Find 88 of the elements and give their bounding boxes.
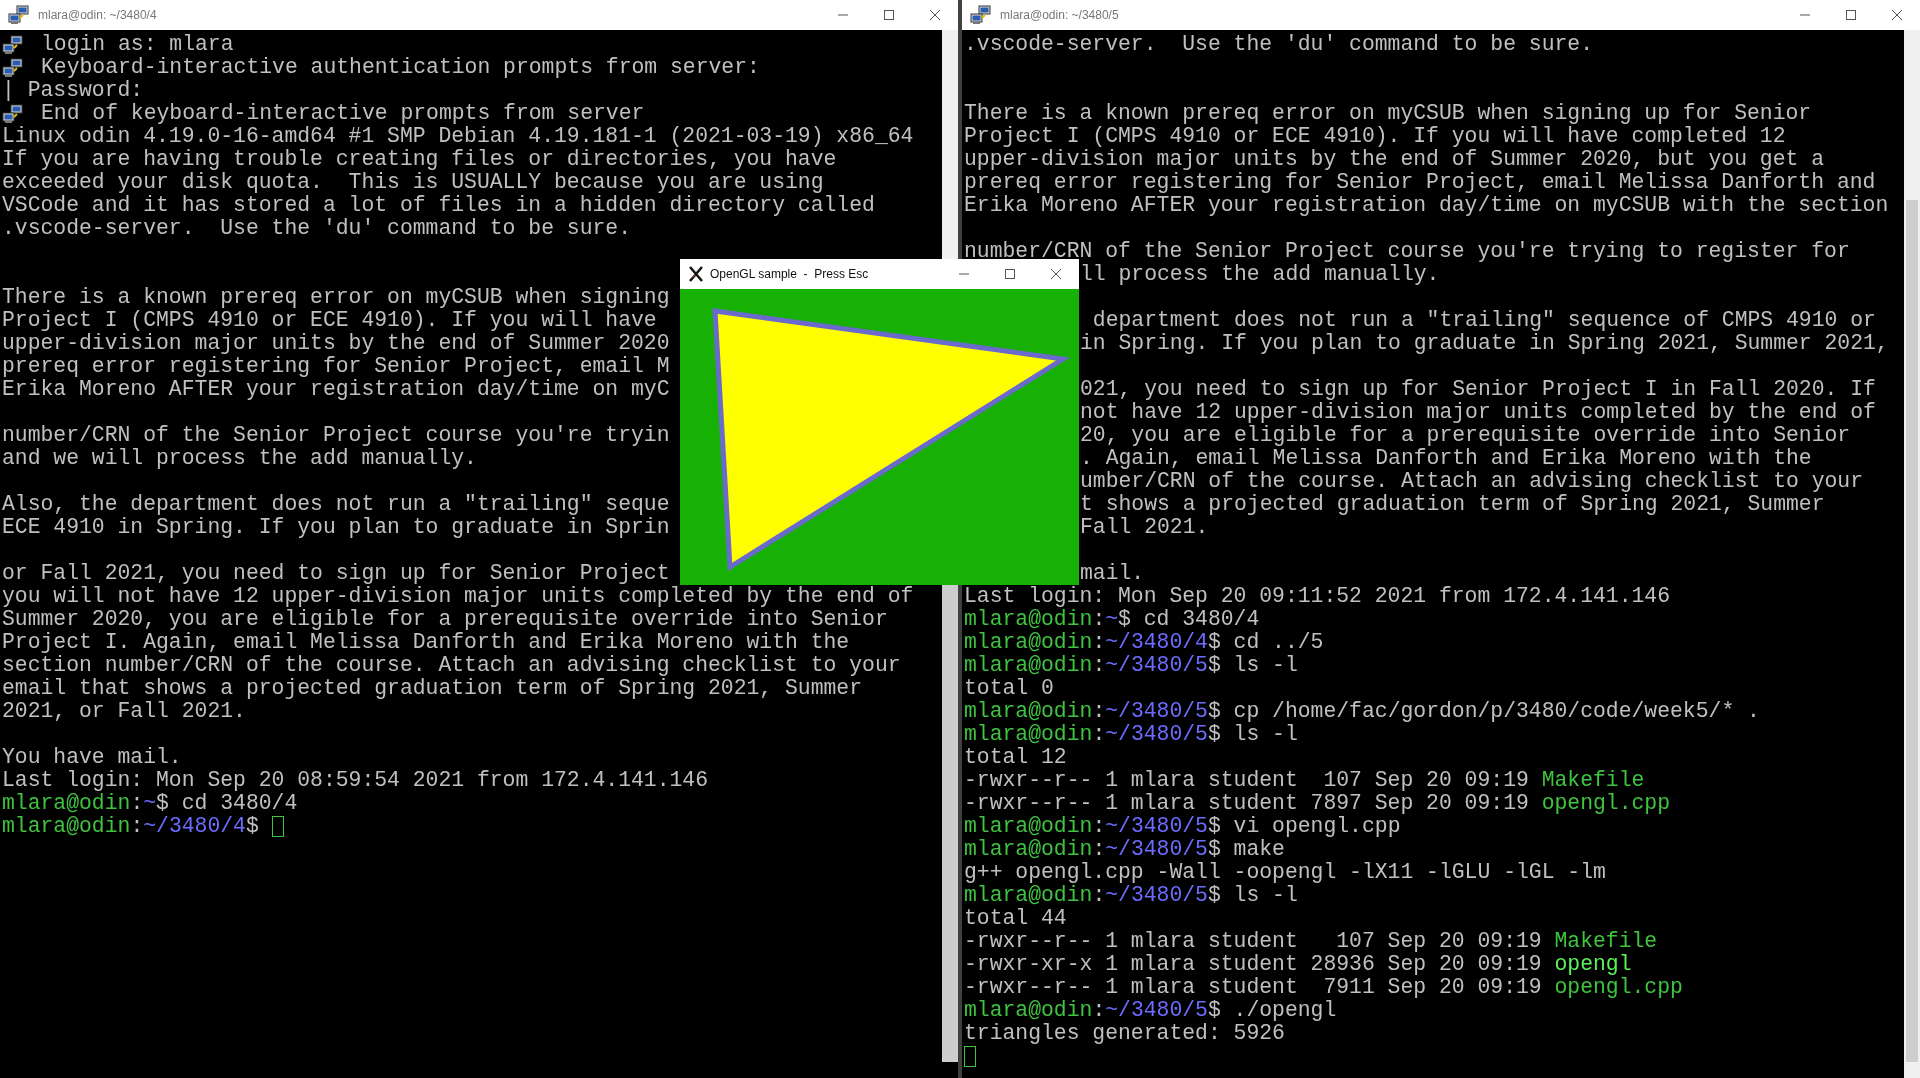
terminal-line: -rwxr--r-- 1 mlara student 7911 Sep 20 09:19 opengl.cpp: [964, 976, 1683, 999]
terminal-line: exceeded your disk quota. This is USUALLY because you are using: [2, 171, 824, 194]
terminal-line: total 12: [964, 746, 1067, 769]
terminal-line: mlara@odin:~/3480/5$ ls -l: [964, 654, 1298, 677]
terminal-line: -rwxr--r-- 1 mlara student 107 Sep 20 09:19 Makefile: [964, 769, 1645, 792]
terminal-line: Last login: Mon Sep 20 08:59:54 2021 from 172.4.141.146: [2, 769, 708, 792]
terminal-line: | Password:: [2, 79, 144, 102]
scroll-thumb[interactable]: [942, 585, 958, 1062]
terminal-line: Linux odin 4.19.0-16-amd64 #1 SMP Debian 4.19.181-1 (2021-03-19) x86_64: [2, 125, 914, 148]
terminal-line: or Fall 2021, you need to sign up for Senior Project: [2, 562, 670, 585]
terminal-line: -rwxr--r-- 1 mlara student 7897 Sep 20 09:19 opengl.cpp: [964, 792, 1671, 815]
terminal-line: mlara@odin:~/3480/5$ vi opengl.cpp: [964, 815, 1401, 838]
window-title: mlara@odin: ~/3480/5: [1000, 7, 1120, 24]
terminal-line: Project I (CMPS 4910 or ECE 4910). If you will have: [2, 309, 657, 332]
scroll-thumb[interactable]: [1906, 200, 1918, 1062]
terminal-line: .vscode-server. Use the 'du' command to be sure.: [964, 33, 1593, 56]
terminal-line: you will not have 12 upper-division major units completed by the end of: [2, 585, 914, 608]
terminal-line: Project I. Again, email Melissa Danforth and Erika Moreno with the: [2, 631, 850, 654]
computers-icon: [970, 5, 992, 25]
terminal-line: Erika Moreno AFTER your registration day/time on myC: [2, 378, 670, 401]
terminal-line: mlara@odin:~/3480/4$: [2, 815, 260, 838]
terminal-line: mlara@odin:~/3480/4$ cd ../5: [964, 631, 1324, 654]
terminal-line: number/CRN of the Senior Project course you're tryin: [2, 424, 670, 447]
scrollbar[interactable]: [942, 30, 958, 259]
terminal-line: mlara@odin:~$ cd 3480/4: [964, 608, 1260, 631]
terminal-line: Project I (CMPS 4910 or ECE 4910). If you will have completed 12: [964, 125, 1786, 148]
terminal-line: -rwxr--r-- 1 mlara student 107 Sep 20 09:19 Makefile: [964, 930, 1658, 953]
terminal-line: VSCode and it has stored a lot of files in a hidden directory called: [2, 194, 875, 217]
terminal-line: total 44: [964, 907, 1067, 930]
terminal-line: email that shows a projected graduation term of Spring 2021, Summer: [2, 677, 863, 700]
terminal-line: g++ opengl.cpp -Wall -oopengl -lX11 -lGLU -lGL -lm: [964, 861, 1606, 884]
terminal-line: t shows a projected graduation term of Spring 2021, Summer: [1080, 493, 1825, 516]
text-cursor: [964, 1046, 976, 1067]
terminal-line: ECE 4910 in Spring. If you plan to graduate in Sprin: [2, 516, 670, 539]
terminal-line: Fall 2021.: [1080, 516, 1209, 539]
terminal-line: mlara@odin:~$ cd 3480/4: [2, 792, 298, 815]
maximize-icon: [1005, 269, 1015, 279]
terminal-line: Also, the department does not run a "trailing" seque: [2, 493, 670, 516]
terminal-line: mlara@odin:~/3480/5$ ls -l: [964, 884, 1298, 907]
terminal-line: mlara@odin:~/3480/5$ make: [964, 838, 1285, 861]
terminal-line: umber/CRN of the course. Attach an advising checklist to your: [1080, 470, 1864, 493]
terminal-line: You have mail.: [2, 746, 182, 769]
close-icon: [1892, 10, 1902, 20]
window-title: mlara@odin: ~/3480/4: [38, 7, 158, 24]
terminal-line: prereq error registering for Senior Project, email Melissa Danforth and: [964, 171, 1876, 194]
window-title: OpenGL sample - Press Esc: [710, 266, 870, 283]
terminal-line: .vscode-server. Use the 'du' command to be sure.: [2, 217, 631, 240]
terminal-line: If you are having trouble creating files or directories, you have: [2, 148, 837, 171]
terminal-line: mail.: [1080, 562, 1145, 585]
terminal-line: prereq error registering for Senior Project, email M: [2, 355, 670, 378]
terminal-line: total 0: [964, 677, 1054, 700]
terminal-line: Keyboard-interactive authentication prompts from server:: [41, 56, 760, 79]
close-icon: [1051, 269, 1061, 279]
terminal-line: There is a known prereq error on myCSUB when signing: [2, 286, 670, 309]
close-icon: [930, 10, 940, 20]
terminal-line: mlara@odin:~/3480/5$ cp /home/fac/gordon/p/3480/code/week5/* .: [964, 700, 1760, 723]
terminal-line: mlara@odin:~/3480/5$ ./opengl: [964, 999, 1337, 1022]
terminal-line: There is a known prereq error on myCSUB when signing up for Senior: [964, 102, 1812, 125]
terminal-line: 20, you are eligible for a prerequisite override into Senior: [1080, 424, 1851, 447]
terminal-line: login as: mlara: [41, 33, 234, 56]
terminal-line: and we will process the add manually.: [2, 447, 477, 470]
maximize-icon: [1846, 10, 1856, 20]
terminal-line: upper-division major units by the end of Summer 2020, but you get a: [964, 148, 1825, 171]
computers-icon: [8, 5, 30, 25]
terminal-line: department does not run a "trailing" sequence of CMPS 4910 or: [1091, 309, 1876, 332]
terminal-line: Erika Moreno AFTER your registration day/time on myCSUB with the section: [964, 194, 1889, 217]
terminal-line: not have 12 upper-division major units completed by the end of: [1080, 401, 1876, 424]
terminal-line: in Spring. If you plan to graduate in Spring 2021, Summer 2021,: [1080, 332, 1889, 355]
terminal-line: section number/CRN of the course. Attach an advising checklist to your: [2, 654, 901, 677]
scrollbar[interactable]: [1904, 30, 1920, 1078]
terminal-line: mlara@odin:~/3480/5$ ls -l: [964, 723, 1298, 746]
computers-icon: [2, 57, 24, 78]
terminal-line: number/CRN of the Senior Project course you're trying to register for: [964, 240, 1850, 263]
terminal-line: 2021, or Fall 2021.: [2, 700, 246, 723]
x-logo-icon: [688, 266, 704, 282]
terminal-line: End of keyboard-interactive prompts from server: [41, 102, 645, 125]
computers-icon: [2, 34, 24, 55]
computers-icon: [2, 103, 24, 124]
terminal-line: ll process the add manually.: [1080, 263, 1440, 286]
terminal-line: triangles generated: 5926: [964, 1022, 1285, 1045]
terminal-line: Last login: Mon Sep 20 09:11:52 2021 from 172.4.141.146: [964, 585, 1670, 608]
terminal-line: -rwxr-xr-x 1 mlara student 28936 Sep 20 09:19 opengl: [964, 953, 1632, 976]
terminal-line: Summer 2020, you are eligible for a prerequisite override into Senior: [2, 608, 888, 631]
terminal-line: . Again, email Melissa Danforth and Erika Moreno with the: [1080, 447, 1812, 470]
terminal-line: 021, you need to sign up for Senior Project I in Fall 2020. If: [1080, 378, 1876, 401]
text-cursor: [271, 816, 284, 837]
terminal-line: upper-division major units by the end of Summer 2020: [2, 332, 670, 355]
maximize-icon: [884, 10, 894, 20]
